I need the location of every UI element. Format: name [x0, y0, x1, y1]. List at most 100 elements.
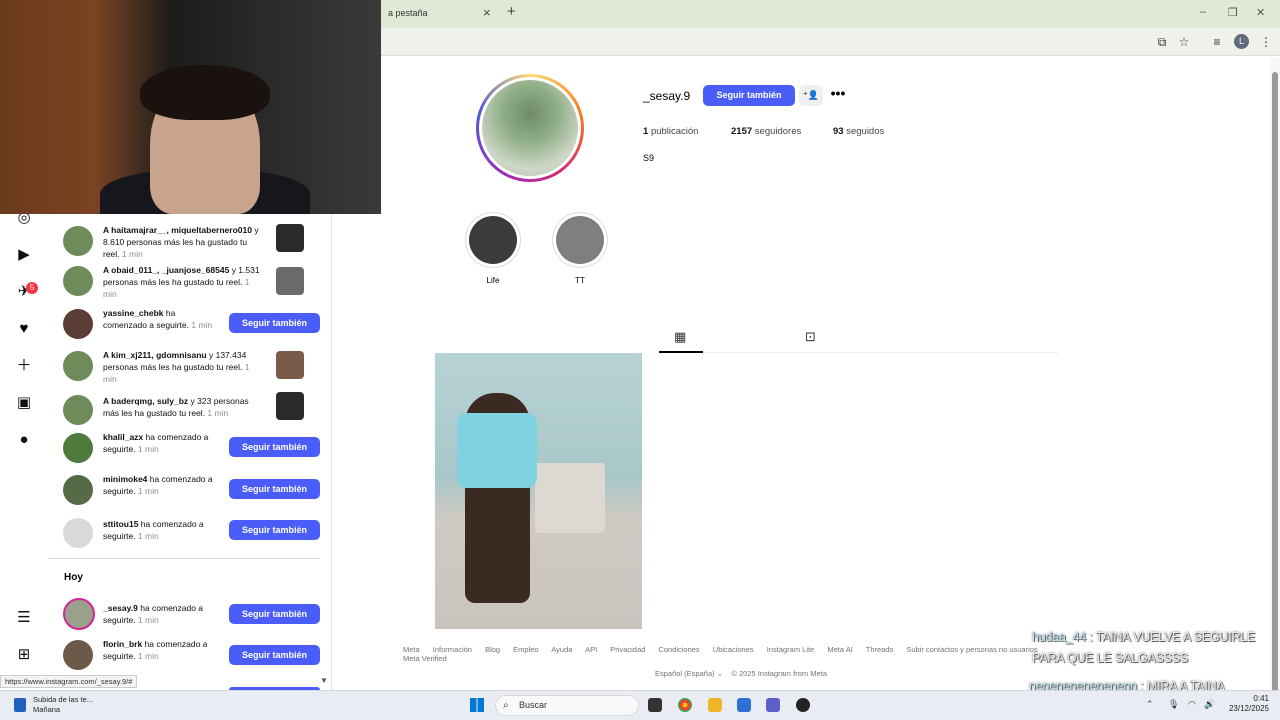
app-icon[interactable] — [796, 698, 810, 712]
footer-link[interactable]: Meta AI — [827, 645, 852, 654]
footer-link[interactable]: Ubicaciones — [713, 645, 754, 654]
avatar — [63, 226, 93, 256]
microphone-icon[interactable]: 🎙 — [1168, 699, 1179, 710]
task-view-icon[interactable] — [648, 698, 662, 712]
volume-icon[interactable]: 🔊 — [1204, 699, 1215, 710]
post-thumbnail[interactable] — [435, 353, 642, 629]
reel-thumbnail[interactable] — [276, 351, 304, 379]
footer-links: Meta Información Blog Empleo Ayuda API P… — [403, 645, 1063, 663]
outlook-icon[interactable] — [737, 698, 751, 712]
follow-back-button[interactable]: Seguir también — [229, 313, 320, 333]
footer-link[interactable]: Condiciones — [658, 645, 699, 654]
footer-link[interactable]: Empleo — [513, 645, 538, 654]
tagged-icon[interactable]: ⊡ — [805, 329, 816, 345]
avatar — [63, 640, 93, 670]
browser-profile-avatar[interactable]: L — [1234, 34, 1249, 49]
chat-message: hudaa_44 : TAINA VUELVE A SEGUIRLE PARA … — [1032, 630, 1256, 665]
following-count[interactable]: 93 seguidos — [833, 126, 884, 137]
maximize-icon[interactable]: ❐ — [1228, 6, 1238, 19]
follow-back-button[interactable]: Seguir también — [229, 645, 320, 665]
footer-link[interactable]: Ayuda — [551, 645, 572, 654]
install-app-icon[interactable]: ⧉ — [1154, 34, 1170, 50]
footer-link[interactable]: Subir contactos y personas no usuarios — [906, 645, 1037, 654]
reel-thumbnail[interactable] — [276, 392, 304, 420]
reel-thumbnail[interactable] — [276, 224, 304, 252]
teams-icon[interactable] — [766, 698, 780, 712]
wifi-icon[interactable]: ◠ — [1188, 699, 1196, 710]
search-icon: ⌕ — [503, 700, 509, 711]
avatar — [63, 598, 95, 630]
posts-grid-icon[interactable]: ▦ — [674, 329, 686, 345]
status-url: https://www.instagram.com/_sesay.9/# — [0, 675, 138, 688]
active-tab-indicator — [659, 351, 703, 353]
language-select[interactable]: Español (España) — [655, 669, 715, 678]
reels-icon[interactable]: ▶ — [14, 245, 34, 265]
scrollbar-thumb[interactable] — [1272, 72, 1278, 702]
avatar — [63, 475, 93, 505]
divider — [48, 558, 320, 559]
profile-username: _sesay.9 — [643, 89, 691, 103]
browser-menu-icon[interactable]: ⋮ — [1258, 34, 1274, 50]
more-menu-icon[interactable]: ☰ — [14, 608, 34, 628]
profile-avatar[interactable] — [476, 74, 584, 182]
posts-count: 1 publicación — [643, 126, 699, 137]
tray-chevron-icon[interactable]: ⌃ — [1146, 699, 1154, 710]
weather-icon[interactable] — [14, 698, 26, 712]
highlight-label: Life — [486, 276, 500, 285]
page-scrollbar[interactable] — [1270, 58, 1280, 702]
copyright: © 2025 Instagram from Meta — [731, 669, 827, 678]
also-from-meta-icon[interactable]: ⊞ — [14, 645, 34, 665]
avatar — [63, 395, 93, 425]
bookmark-star-icon[interactable]: ☆ — [1176, 34, 1192, 50]
follow-back-button[interactable]: Seguir también — [229, 520, 320, 540]
follow-back-button[interactable]: Seguir también — [229, 479, 320, 499]
clock[interactable]: 0:41 23/12/2025 — [1224, 694, 1269, 714]
story-highlight[interactable] — [552, 212, 608, 268]
avatar — [63, 351, 93, 381]
footer-meta: Español (España) ⌄ © 2025 Instagram from… — [655, 669, 827, 678]
footer-link[interactable]: Información — [433, 645, 472, 654]
tab-title[interactable]: a pestaña — [388, 8, 428, 18]
messages-badge: 5 — [26, 282, 38, 294]
avatar — [63, 266, 93, 296]
footer-link[interactable]: Privacidad — [610, 645, 645, 654]
windows-taskbar: Subida de las te... Mañana ⌕ Buscar ⌃ 🎙 … — [0, 690, 1280, 720]
profile-bio: S9 — [643, 153, 655, 163]
taskbar-search[interactable]: ⌕ Buscar — [495, 695, 639, 716]
followers-count[interactable]: 2157 seguidores — [731, 126, 801, 137]
more-options-icon[interactable]: ••• — [829, 85, 847, 106]
follow-back-button[interactable]: Seguir también — [229, 604, 320, 624]
minimize-icon[interactable]: – — [1200, 6, 1206, 18]
tab-close-icon[interactable]: × — [483, 5, 491, 20]
profile-avatar-icon[interactable]: ● — [14, 430, 34, 450]
footer-link[interactable]: API — [585, 645, 597, 654]
tab-search-icon[interactable]: ≡ — [1209, 34, 1225, 50]
avatar — [63, 518, 93, 548]
follow-back-button[interactable]: Seguir también — [229, 437, 320, 457]
dashboard-icon[interactable]: ▣ — [14, 393, 34, 413]
footer-link[interactable]: Meta — [403, 645, 420, 654]
weather-widget[interactable]: Subida de las te... Mañana — [33, 695, 93, 715]
scroll-down-icon[interactable]: ▼ — [320, 676, 328, 685]
avatar — [63, 433, 93, 463]
story-highlight[interactable] — [465, 212, 521, 268]
instagram-sidebar: ◎ ▶ ✈ ♥ ＋ ▣ ● ☰ ⊞ — [0, 209, 48, 690]
avatar — [63, 309, 93, 339]
file-explorer-icon[interactable] — [708, 698, 722, 712]
tabs-divider — [659, 352, 1059, 353]
start-menu-icon[interactable] — [470, 698, 484, 712]
window-close-icon[interactable]: ✕ — [1256, 6, 1265, 19]
new-tab-icon[interactable]: + — [507, 3, 516, 20]
chrome-icon[interactable] — [678, 698, 692, 712]
reel-thumbnail[interactable] — [276, 267, 304, 295]
follow-back-button[interactable]: Seguir también — [703, 85, 795, 106]
notifications-panel: A haitamajrar__, miqueltabernero010 y 8.… — [48, 214, 332, 690]
footer-link[interactable]: Blog — [485, 645, 500, 654]
footer-link[interactable]: Threads — [866, 645, 894, 654]
footer-link[interactable]: Instagram Lite — [767, 645, 815, 654]
footer-link[interactable]: Meta Verified — [403, 654, 447, 663]
highlight-label: TT — [575, 276, 585, 285]
notifications-heart-icon[interactable]: ♥ — [14, 319, 34, 339]
suggested-users-icon[interactable]: ⁺👤 — [799, 85, 823, 106]
create-icon[interactable]: ＋ — [14, 356, 34, 376]
